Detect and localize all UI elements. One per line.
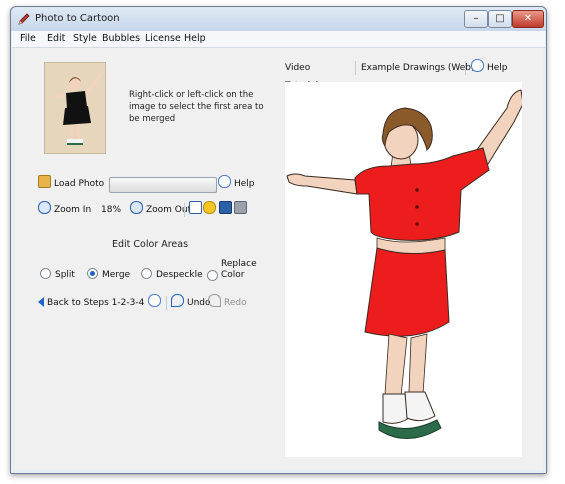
menu-bubbles[interactable]: Bubbles (102, 33, 140, 44)
menu-help[interactable]: Help (184, 33, 206, 44)
zoom-in-icon (38, 201, 51, 214)
split-radio[interactable] (40, 268, 51, 279)
mode-despeckle[interactable]: Despeckle (141, 268, 203, 280)
minimize-button[interactable]: – (464, 10, 488, 28)
back-to-steps-label: Back to Steps 1-2-3-4 (47, 298, 145, 308)
menu-edit[interactable]: Edit (47, 33, 65, 44)
folder-icon (38, 175, 51, 188)
close-button[interactable]: ✕ (512, 10, 544, 28)
cartoon-canvas[interactable] (285, 82, 524, 457)
redo-button[interactable]: Redo (208, 294, 247, 312)
app-window: Photo to Cartoon – □ ✕ File Edit Style B… (10, 6, 547, 474)
edit-help-button[interactable] (148, 294, 164, 312)
undo-icon (171, 294, 184, 307)
cartoon-skater-image (286, 89, 524, 439)
load-photo-label: Load Photo (54, 179, 105, 189)
load-photo-button[interactable]: Load Photo (38, 175, 104, 193)
merge-radio[interactable] (87, 268, 98, 279)
zoom-level: 18% (101, 205, 122, 215)
mode-split[interactable]: Split (40, 268, 75, 280)
original-photo-thumbnail[interactable] (44, 62, 106, 154)
print-button[interactable] (234, 201, 250, 219)
maximize-button[interactable]: □ (488, 10, 512, 28)
split-label: Split (55, 270, 75, 280)
redo-icon (208, 294, 221, 307)
help-button[interactable]: Help (218, 175, 255, 193)
save-button[interactable] (219, 201, 235, 219)
back-to-steps-button[interactable]: Back to Steps 1-2-3-4 (38, 294, 144, 312)
despeckle-label: Despeckle (156, 270, 203, 280)
help-bubble-icon (148, 294, 161, 307)
redo-label: Redo (224, 298, 247, 308)
merge-label: Merge (102, 270, 131, 280)
help-bubble-icon (471, 59, 484, 72)
back-arrow-icon (38, 297, 44, 307)
separator (184, 203, 185, 217)
tab-help[interactable]: Help (471, 59, 508, 77)
separator (465, 61, 466, 75)
menu-bar: File Edit Style Bubbles License Help (12, 31, 545, 48)
zoom-in-label: Zoom In (54, 205, 92, 215)
skater-photo-thumbnail (45, 63, 105, 153)
tab-help-label: Help (487, 63, 508, 73)
zoom-toolbar: Zoom In 18% Zoom Out (38, 201, 270, 219)
separator (355, 61, 356, 75)
printer-icon (234, 201, 247, 214)
zoom-in-button[interactable]: Zoom In (38, 201, 91, 219)
replace-color-label: Replace Color (221, 259, 257, 280)
edit-color-areas-heading: Edit Color Areas (112, 239, 189, 250)
despeckle-radio[interactable] (141, 268, 152, 279)
instruction-text: Right-click or left-click on the image t… (129, 90, 264, 124)
mode-merge[interactable]: Merge (87, 268, 130, 280)
save-icon (219, 201, 232, 214)
window-title: Photo to Cartoon (35, 13, 120, 24)
help-label: Help (234, 179, 255, 189)
undo-label: Undo (187, 298, 211, 308)
menu-style[interactable]: Style (73, 33, 97, 44)
smiley-icon (203, 201, 216, 214)
undo-button[interactable]: Undo (171, 294, 211, 312)
zoom-out-icon (130, 201, 143, 214)
pencil-icon (18, 13, 30, 25)
title-bar[interactable]: Photo to Cartoon – □ ✕ (11, 7, 546, 31)
main-area: Right-click or left-click on the image t… (14, 48, 543, 470)
menu-license[interactable]: License (145, 33, 181, 44)
smiley-button[interactable] (203, 201, 219, 219)
zoom-out-button[interactable]: Zoom Out (130, 201, 191, 219)
edit-toolbar: Back to Steps 1-2-3-4 Undo Redo (38, 294, 270, 312)
menu-file[interactable]: File (20, 33, 36, 44)
separator (166, 296, 167, 310)
checkbox-icon (189, 201, 202, 214)
tab-example-drawings[interactable]: Example Drawings (Web) (361, 59, 475, 77)
progress-bar (109, 177, 217, 193)
replace-color-radio[interactable] (207, 270, 218, 281)
help-bubble-icon (218, 175, 231, 188)
